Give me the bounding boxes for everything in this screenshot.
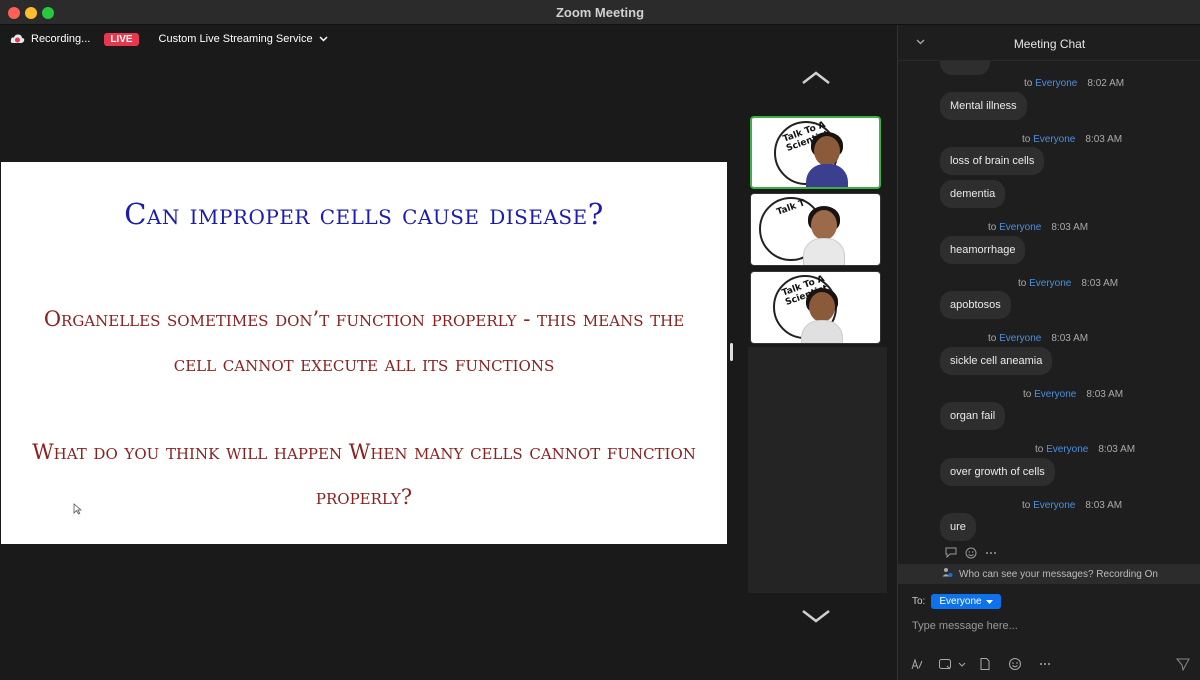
chat-message-bubble[interactable]: heamorrhage	[940, 236, 1026, 264]
chat-message-bubble[interactable]: ure	[940, 513, 976, 541]
more-icon[interactable]	[1038, 657, 1054, 673]
chat-message-meta: to Everyone 8:03 AM	[1035, 444, 1136, 455]
recipient-link[interactable]: Everyone	[1035, 78, 1077, 89]
format-text-icon[interactable]	[910, 657, 926, 673]
shared-slide: Can improper cells cause disease? Organe…	[1, 162, 727, 544]
send-icon[interactable]	[1175, 657, 1192, 673]
video-tile-active-speaker[interactable]: Talk To A Scientist	[750, 116, 881, 189]
chat-header: Meeting Chat	[898, 25, 1200, 61]
file-icon[interactable]	[978, 657, 994, 673]
participant-video	[804, 130, 850, 187]
streaming-service-dropdown[interactable]: Custom Live Streaming Service	[159, 33, 328, 45]
window-title: Zoom Meeting	[555, 5, 645, 20]
chat-message-meta: to Everyone 8:03 AM	[988, 222, 1089, 233]
recipient-dropdown[interactable]: Everyone	[931, 594, 1001, 609]
recipient-link[interactable]: Everyone	[1033, 134, 1075, 145]
chevron-down-icon	[319, 33, 328, 45]
recipient-link[interactable]: Everyone	[1034, 389, 1076, 400]
screenshot-icon[interactable]	[938, 657, 954, 673]
recipient-link[interactable]: Everyone	[999, 333, 1041, 344]
chat-message-bubble[interactable]: over growth of cells	[940, 458, 1055, 486]
chat-message-bubble-partial	[940, 61, 990, 75]
chat-message-bubble[interactable]: organ fail	[940, 402, 1006, 430]
recording-status: Recording... LIVE Custom Live Streaming …	[10, 31, 328, 47]
zoom-window: Zoom Meeting Recording... LIVE Custom Li…	[0, 0, 1200, 680]
meeting-main-area: Recording... LIVE Custom Live Streaming …	[0, 25, 896, 680]
chat-message-bubble[interactable]: sickle cell aneamia	[940, 347, 1053, 375]
recipient-link[interactable]: Everyone	[1029, 278, 1071, 289]
participant-video	[799, 286, 845, 343]
video-tile[interactable]: Talk To A Scientist	[750, 271, 881, 344]
chat-title: Meeting Chat	[1013, 37, 1086, 51]
add-reaction-icon[interactable]	[965, 547, 977, 562]
chat-message-bubble[interactable]: Mental illness	[940, 92, 1027, 120]
recipient-link[interactable]: Everyone	[1033, 500, 1075, 511]
title-bar: Zoom Meeting	[0, 0, 1200, 25]
chat-message-meta: to Everyone 8:03 AM	[1022, 134, 1123, 145]
message-actions	[945, 547, 997, 562]
chat-message-meta: to Everyone 8:03 AM	[1022, 500, 1123, 511]
meeting-chat-panel: Meeting Chat to Everyone 8:02 AM Mental i…	[897, 25, 1200, 680]
chat-message-bubble[interactable]: apobtosos	[940, 291, 1011, 319]
chat-message-input[interactable]	[912, 617, 1187, 635]
recipient-link[interactable]: Everyone	[999, 222, 1041, 233]
chat-message-meta: to Everyone 8:03 AM	[1023, 389, 1124, 400]
caret-down-icon	[985, 599, 993, 604]
gallery-empty-area	[748, 347, 887, 593]
chevron-up-icon	[802, 71, 830, 84]
chat-message-meta: to Everyone 8:03 AM	[1018, 278, 1119, 289]
participant-video	[801, 204, 847, 265]
recipient-link[interactable]: Everyone	[1046, 444, 1088, 455]
chat-visibility-text: Who can see your messages? Recording On	[959, 568, 1158, 580]
split-view-handle[interactable]	[730, 343, 733, 361]
screenshot-options-chevron-icon[interactable]	[958, 657, 974, 673]
recipient-row: To: Everyone	[912, 594, 1001, 609]
slide-paragraph-2: What do you think will happen When many …	[32, 440, 696, 509]
cloud-recording-icon	[10, 33, 25, 45]
to-label: To:	[912, 596, 926, 607]
chat-message-list[interactable]: to Everyone 8:02 AM Mental illness to Eve…	[898, 61, 1200, 563]
live-badge[interactable]: LIVE	[104, 32, 139, 46]
slide-paragraph-1: Organelles sometimes don’t function prop…	[43, 307, 685, 376]
mouse-cursor-icon	[73, 502, 83, 520]
video-tile[interactable]: Talk T	[750, 193, 881, 266]
gallery-scroll-up-button[interactable]	[800, 69, 832, 87]
chat-message-meta: to Everyone 8:02 AM	[1024, 78, 1125, 89]
recipient-value: Everyone	[939, 596, 982, 607]
chat-toolbar	[910, 657, 1193, 673]
chat-message-bubble[interactable]: loss of brain cells	[940, 147, 1045, 175]
emoji-icon[interactable]	[1008, 657, 1024, 673]
chat-message-meta: to Everyone 8:03 AM	[988, 333, 1089, 344]
chat-visibility-notice[interactable]: Who can see your messages? Recording On	[898, 564, 1200, 584]
reply-icon[interactable]	[945, 547, 957, 562]
slide-title: Can improper cells cause disease?	[124, 197, 604, 231]
people-lock-icon	[942, 567, 953, 581]
recording-label[interactable]: Recording...	[31, 33, 90, 45]
streaming-service-label: Custom Live Streaming Service	[158, 33, 313, 45]
more-options-icon[interactable]	[985, 547, 997, 562]
chevron-down-icon	[802, 610, 830, 623]
chat-message-bubble[interactable]: dementia	[940, 180, 1006, 208]
gallery-scroll-down-button[interactable]	[800, 607, 832, 625]
